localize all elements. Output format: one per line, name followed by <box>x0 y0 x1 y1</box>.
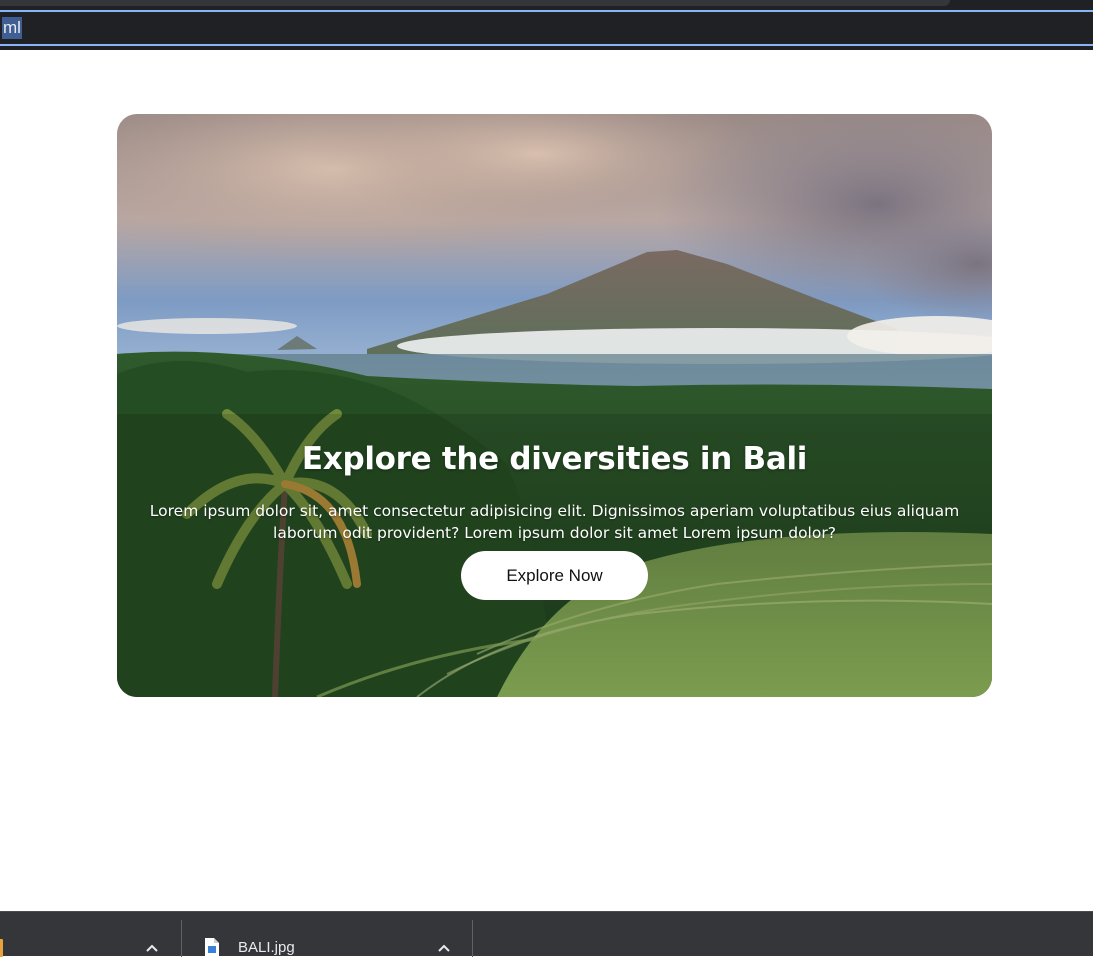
url-text[interactable]: ml <box>2 17 22 39</box>
hero-title: Explore the diversities in Bali <box>301 441 808 477</box>
hero-description: Lorem ipsum dolor sit, amet consectetur … <box>149 502 960 542</box>
active-tab[interactable] <box>0 0 950 6</box>
browser-toolbar: ml <box>0 8 1093 50</box>
web-page: Explore the diversities in Bali Lorem ip… <box>0 50 1093 911</box>
chevron-up-icon[interactable] <box>436 940 452 956</box>
chevron-up-icon[interactable] <box>144 940 160 956</box>
divider <box>472 920 473 957</box>
download-item-bali[interactable]: BALI.jpg <box>182 912 472 957</box>
download-item[interactable] <box>0 912 181 957</box>
hero-banner: Explore the diversities in Bali Lorem ip… <box>117 114 992 697</box>
hero-background-image <box>117 114 992 697</box>
download-shelf: BALI.jpg <box>0 911 1093 957</box>
browser-tab-strip <box>0 0 1093 8</box>
download-file-name: BALI.jpg <box>238 939 295 956</box>
address-bar[interactable]: ml <box>0 10 1093 46</box>
image-file-icon <box>205 938 219 956</box>
file-icon <box>0 939 3 957</box>
hero-content: Explore the diversities in Bali Lorem ip… <box>117 432 992 600</box>
explore-now-button[interactable]: Explore Now <box>461 551 648 600</box>
